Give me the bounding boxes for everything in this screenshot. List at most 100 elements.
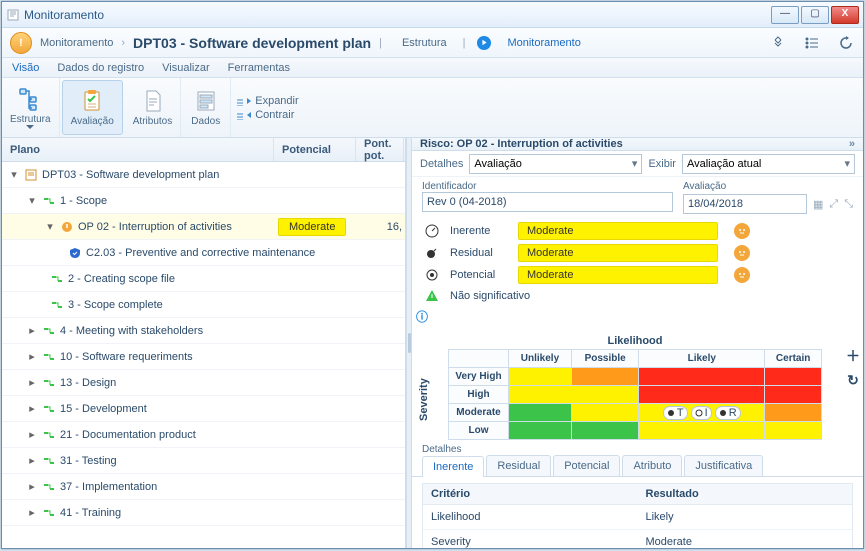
detalhes-label: Detalhes xyxy=(420,158,463,170)
tree-row-root[interactable]: ▾ DPT03 - Software development plan xyxy=(2,162,405,188)
twisty-closed-icon[interactable]: ▸ xyxy=(26,507,38,519)
collapse-icon xyxy=(237,110,251,120)
toolbar-estrutura[interactable]: Estrutura xyxy=(2,78,60,137)
collapse-panel-icon[interactable]: » xyxy=(849,138,855,150)
calendar-icon[interactable]: ▦ xyxy=(813,198,823,211)
menu-visao[interactable]: Visão xyxy=(8,60,43,76)
plan-tree[interactable]: ▾ DPT03 - Software development plan ▾ 1 … xyxy=(2,162,405,548)
info-icon[interactable]: ⓘ xyxy=(416,308,851,325)
matrix-cell[interactable] xyxy=(639,368,765,386)
tree-row-op02[interactable]: ▾ OP 02 - Interruption of activities Mod… xyxy=(2,214,405,240)
menu-dados-registro[interactable]: Dados do registro xyxy=(53,60,148,76)
minimize-button[interactable]: — xyxy=(771,6,799,24)
breadcrumb-root[interactable]: Monitoramento xyxy=(40,37,113,49)
twisty-closed-icon[interactable]: ▸ xyxy=(26,377,38,389)
twisty-closed-icon[interactable]: ▸ xyxy=(26,403,38,415)
activity-icon xyxy=(42,506,56,520)
tab-residual[interactable]: Residual xyxy=(486,455,551,476)
tree-row[interactable]: ▸13 - Design xyxy=(2,370,405,396)
badge-moderate: Moderate xyxy=(278,218,346,236)
tree-row[interactable]: 3 - Scope complete xyxy=(2,292,405,318)
column-plano[interactable]: Plano xyxy=(2,138,274,161)
matrix-cell[interactable] xyxy=(639,386,765,404)
toolbar-expandir[interactable]: Expandir xyxy=(237,95,298,107)
matrix-cell[interactable] xyxy=(765,422,822,440)
toolbar-avaliacao[interactable]: Avaliação xyxy=(62,80,123,135)
toolbar-contrair[interactable]: Contrair xyxy=(237,109,298,121)
activity-icon xyxy=(42,480,56,494)
add-button[interactable]: ＋ xyxy=(845,348,861,364)
tree-row[interactable]: 2 - Creating scope file xyxy=(2,266,405,292)
tree-row-control[interactable]: C2.03 - Preventive and corrective mainte… xyxy=(2,240,405,266)
matrix-cell[interactable] xyxy=(765,368,822,386)
twisty-open-icon[interactable]: ▾ xyxy=(26,195,38,207)
avaliacao-date-input[interactable]: 18/04/2018 xyxy=(683,194,807,214)
pill-i[interactable]: I xyxy=(691,406,712,420)
toolbar-atributos[interactable]: Atributos xyxy=(125,78,181,137)
matrix-cell[interactable] xyxy=(509,422,572,440)
table-row[interactable]: Likelihood Likely xyxy=(423,505,852,530)
refresh-icon[interactable] xyxy=(837,34,855,52)
column-potencial[interactable]: Potencial xyxy=(274,138,356,161)
tab-inerente[interactable]: Inerente xyxy=(422,456,484,477)
tab-atributo[interactable]: Atributo xyxy=(622,455,682,476)
matrix-cell[interactable] xyxy=(571,386,638,404)
twisty-closed-icon[interactable]: ▸ xyxy=(26,429,38,441)
tree-row[interactable]: ▸4 - Meeting with stakeholders xyxy=(2,318,405,344)
tree-row[interactable]: ▸21 - Documentation product xyxy=(2,422,405,448)
refresh-button[interactable]: ↻ xyxy=(845,372,861,388)
exibir-select[interactable]: Avaliação atual▾ xyxy=(682,154,855,174)
table-row[interactable]: Severity Moderate xyxy=(423,530,852,548)
close-button[interactable]: X xyxy=(831,6,859,24)
matrix-cell[interactable] xyxy=(509,404,572,422)
pill-t[interactable]: T xyxy=(663,406,688,420)
tree-row[interactable]: ▸10 - Software requeriments xyxy=(2,344,405,370)
twisty-open-icon[interactable]: ▾ xyxy=(8,169,20,181)
twisty-closed-icon[interactable]: ▸ xyxy=(26,351,38,363)
tree-row-scope[interactable]: ▾ 1 - Scope xyxy=(2,188,405,214)
activity-icon xyxy=(42,376,56,390)
matrix-cell[interactable] xyxy=(571,368,638,386)
list-icon[interactable] xyxy=(803,34,821,52)
detalhes-select[interactable]: Avaliação▾ xyxy=(469,154,642,174)
matrix-cell[interactable] xyxy=(765,404,822,422)
column-pont-pot[interactable]: Pont. pot. xyxy=(356,138,404,161)
tree-row[interactable]: ▸15 - Development xyxy=(2,396,405,422)
warning-green-icon xyxy=(424,288,440,304)
tree-row[interactable]: ▸41 - Training xyxy=(2,500,405,526)
residual-chip: Moderate xyxy=(518,244,718,262)
tree-row[interactable]: ▸37 - Implementation xyxy=(2,474,405,500)
toolbar-dados[interactable]: Dados xyxy=(181,78,231,137)
tab-potencial[interactable]: Potencial xyxy=(553,455,620,476)
tree-row[interactable]: ▸31 - Testing xyxy=(2,448,405,474)
maximize-button[interactable]: ▢ xyxy=(801,6,829,24)
breadcrumb-item[interactable]: DPT03 - Software development plan xyxy=(133,35,371,51)
twisty-open-icon[interactable]: ▾ xyxy=(44,221,56,233)
matrix-cell[interactable]: T I R xyxy=(639,404,765,422)
matrix-cell[interactable] xyxy=(639,422,765,440)
exibir-label: Exibir xyxy=(648,158,676,170)
matrix-cell[interactable] xyxy=(765,386,822,404)
matrix-cell[interactable] xyxy=(509,386,572,404)
identificador-input[interactable]: Rev 0 (04-2018) xyxy=(422,192,673,212)
tab-estrutura[interactable]: Estrutura xyxy=(398,35,451,51)
risk-potencial-row: Potencial Moderate xyxy=(424,266,851,284)
shrink-icon[interactable]: ⤢ xyxy=(829,198,838,211)
pill-r[interactable]: R xyxy=(715,406,741,420)
inerente-chip: Moderate xyxy=(518,222,718,240)
twisty-closed-icon[interactable]: ▸ xyxy=(26,325,38,337)
matrix-cell[interactable] xyxy=(571,422,638,440)
module-icon: ! xyxy=(10,32,32,54)
tab-monitoramento[interactable]: Monitoramento xyxy=(503,35,584,51)
chevron-down-icon: ▾ xyxy=(844,157,850,170)
tab-justificativa[interactable]: Justificativa xyxy=(684,455,763,476)
matrix-cell[interactable] xyxy=(571,404,638,422)
twisty-closed-icon[interactable]: ▸ xyxy=(26,455,38,467)
menu-visualizar[interactable]: Visualizar xyxy=(158,60,214,76)
menu-ferramentas[interactable]: Ferramentas xyxy=(224,60,294,76)
expand-icon[interactable]: ⤡ xyxy=(844,198,853,211)
expand-all-icon[interactable] xyxy=(769,34,787,52)
matrix-cell[interactable] xyxy=(509,368,572,386)
twisty-closed-icon[interactable]: ▸ xyxy=(26,481,38,493)
chevron-down-icon: ▾ xyxy=(632,157,638,170)
